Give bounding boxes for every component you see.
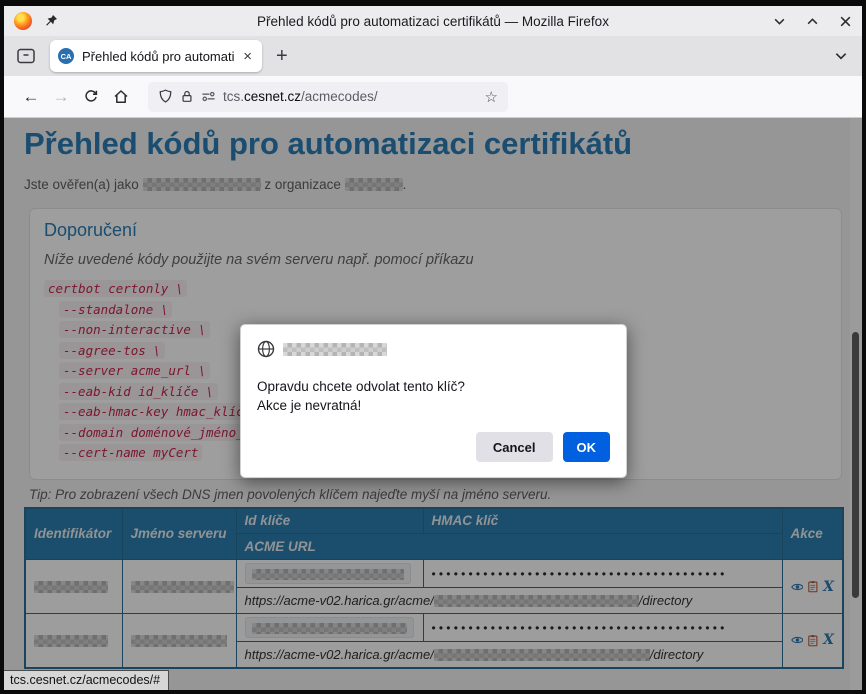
back-button[interactable]: ← — [16, 82, 46, 112]
lock-icon[interactable] — [180, 89, 194, 104]
new-tab-button[interactable]: + — [276, 45, 288, 68]
bookmark-star-icon[interactable]: ☆ — [485, 88, 498, 106]
ok-button[interactable]: OK — [563, 432, 611, 462]
home-button[interactable] — [106, 82, 136, 112]
globe-icon — [257, 340, 275, 358]
tab-bar: CA Přehled kódů pro automati × + — [4, 36, 862, 76]
browser-window: Přehled kódů pro automatizaci certifikát… — [0, 0, 866, 694]
minimize-button[interactable] — [773, 15, 786, 28]
tab-close-icon[interactable]: × — [241, 49, 254, 64]
url-bar[interactable]: tcs.cesnet.cz/acmecodes/ ☆ — [148, 82, 508, 112]
firefox-view-icon[interactable] — [12, 42, 40, 70]
permissions-icon[interactable] — [201, 90, 216, 103]
list-all-tabs-icon[interactable] — [834, 49, 848, 63]
window-title: Přehled kódů pro automatizaci certifikát… — [4, 14, 862, 29]
url-text: tcs.cesnet.cz/acmecodes/ — [223, 89, 378, 104]
navigation-bar: ← → tcs.cesnet.cz/acmecodes/ ☆ — [4, 76, 862, 118]
shield-icon[interactable] — [158, 89, 173, 104]
forward-button[interactable]: → — [46, 82, 76, 112]
cancel-button[interactable]: Cancel — [476, 432, 553, 462]
page-content: Přehled kódů pro automatizaci certifikát… — [4, 118, 862, 690]
close-button[interactable] — [839, 15, 852, 28]
site-favicon: CA — [58, 48, 74, 64]
tab-title: Přehled kódů pro automati — [82, 49, 234, 64]
redacted-dialog-domain — [283, 343, 387, 356]
dialog-message: Opravdu chcete odvolat tento klíč? Akce … — [257, 377, 610, 415]
reload-button[interactable] — [76, 82, 106, 112]
status-link-tooltip: tcs.cesnet.cz/acmecodes/# — [4, 670, 169, 690]
maximize-button[interactable] — [806, 15, 819, 28]
tab-active[interactable]: CA Přehled kódů pro automati × — [50, 40, 262, 72]
confirm-dialog: Opravdu chcete odvolat tento klíč? Akce … — [240, 324, 627, 478]
title-bar: Přehled kódů pro automatizaci certifikát… — [4, 6, 862, 36]
